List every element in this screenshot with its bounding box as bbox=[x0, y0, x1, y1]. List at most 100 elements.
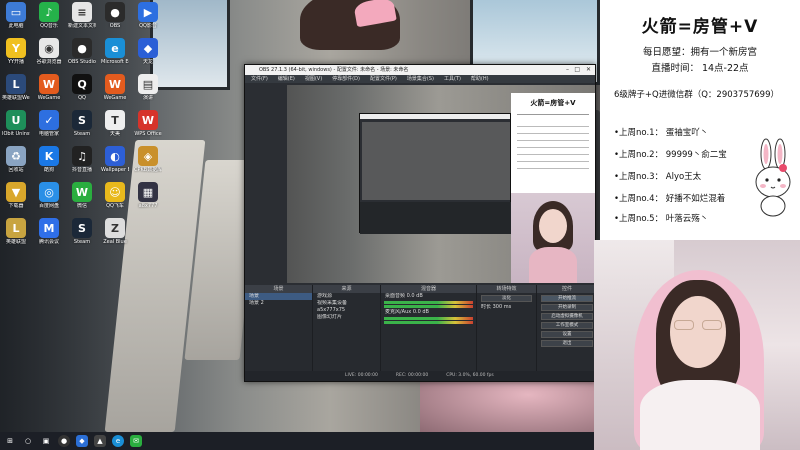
wallpaper-window-left bbox=[150, 0, 230, 90]
desktop-icon-label: 百度网盘 bbox=[38, 203, 59, 209]
obs-menu-item[interactable]: 编辑(E) bbox=[278, 75, 295, 83]
baidu-pan-icon: ◎ bbox=[39, 182, 59, 202]
maximize-icon[interactable]: □ bbox=[574, 65, 580, 75]
search-icon[interactable]: ○ bbox=[22, 435, 34, 447]
wechat-icon: W bbox=[72, 182, 92, 202]
cam-shirt bbox=[640, 380, 760, 450]
obs-menu-item[interactable]: 文件(F) bbox=[251, 75, 268, 83]
obs-menu-item[interactable]: 场景集合(S) bbox=[407, 75, 434, 83]
desktop-icon-douyin[interactable]: ♫ 抖音直播 bbox=[68, 146, 96, 173]
status-cpu: CPU: 3.0%, 60.00 fps bbox=[446, 373, 494, 378]
app-taskbar-icon[interactable]: ◆ bbox=[76, 435, 88, 447]
control-button[interactable]: 工作室模式 bbox=[541, 322, 593, 329]
desktop-icon-label: Steam bbox=[73, 239, 91, 245]
desktop-icon-tianlong[interactable]: ◆ 天龙 bbox=[134, 38, 162, 65]
transition-select[interactable]: 淡化 bbox=[481, 295, 532, 302]
scene-item[interactable]: 场景 bbox=[245, 293, 312, 300]
desktop-icon-zeal[interactable]: Z Zeal Blue bbox=[101, 218, 129, 245]
cam-glasses-right bbox=[702, 320, 722, 330]
desktop-icon-text-doc[interactable]: ≡ 新建文本文档 bbox=[68, 2, 96, 29]
board-rank-4: •上周no.4： 好播不如烂混着 bbox=[614, 194, 726, 204]
desktop-icon-chrome[interactable]: ◉ 谷歌浏览器 bbox=[35, 38, 63, 65]
desktop-icon-tianmei[interactable]: T 天美 bbox=[101, 110, 129, 137]
desktop-icon-wegame-2[interactable]: W WeGame bbox=[101, 74, 129, 101]
obs-menu-item[interactable]: 视图(V) bbox=[305, 75, 322, 83]
obs-preview[interactable]: 火箭=房管+V bbox=[247, 85, 595, 283]
desktop-icon-obs-2[interactable]: ● OBS bbox=[101, 2, 129, 29]
desktop-icon-label: 微信 bbox=[76, 203, 87, 209]
desktop-icon-cpkb[interactable]: ◈ CPKB数据库 bbox=[134, 146, 162, 173]
recycle-bin-icon: ♻ bbox=[6, 146, 26, 166]
scene-item[interactable]: 场景 2 bbox=[245, 300, 312, 307]
chrome-icon: ◉ bbox=[39, 38, 59, 58]
desktop-icon-baidu-pan[interactable]: ◎ 百度网盘 bbox=[35, 182, 63, 209]
control-button[interactable]: 开始录制 bbox=[541, 304, 593, 311]
desktop-icon-label: CPKB数据库 bbox=[134, 167, 162, 173]
obs-menu-item[interactable]: 帮助(H) bbox=[471, 75, 489, 83]
qq-player-icon: ▶ bbox=[138, 2, 158, 22]
desktop-icon-wegame[interactable]: W WeGame bbox=[35, 74, 63, 101]
wps-icon: W bbox=[138, 110, 158, 130]
desktop-icon-label: Microsoft Edge bbox=[101, 59, 129, 65]
desktop-icon-label: 天美 bbox=[109, 131, 120, 137]
obs-menu-item[interactable]: 停靠部件(D) bbox=[332, 75, 360, 83]
douyin-icon: ♫ bbox=[72, 146, 92, 166]
source-item[interactable]: 游戏源 bbox=[313, 293, 380, 300]
desktop-icon-speech[interactable]: ▤ 演讲 bbox=[134, 74, 162, 101]
mixer-meter bbox=[384, 317, 473, 320]
desktop-icon-iobit[interactable]: UIObit Uninstaller bbox=[2, 110, 30, 137]
tencent-meeting-icon: M bbox=[39, 218, 59, 238]
task-view-icon[interactable]: ▣ bbox=[40, 435, 52, 447]
desktop-icon-label: QQ飞车 bbox=[106, 203, 124, 209]
source-item[interactable]: 图像幻灯片 bbox=[313, 314, 380, 321]
desktop-icon-label: 此电脑 bbox=[8, 23, 24, 29]
desktop-icon-label: 谷歌浏览器 bbox=[36, 59, 62, 65]
obs-menu-item[interactable]: 工具(T) bbox=[444, 75, 461, 83]
desktop-icon-app-2[interactable]: ▼ 下载器 bbox=[2, 182, 30, 209]
transition-duration[interactable]: 时长 300 ms bbox=[477, 304, 536, 311]
desktop-icon-this-pc[interactable]: ▭ 此电脑 bbox=[2, 2, 30, 29]
obs-menu-item[interactable]: 配置文件(P) bbox=[370, 75, 397, 83]
minimize-icon[interactable]: – bbox=[566, 65, 569, 75]
app2-taskbar-icon[interactable]: ▲ bbox=[94, 435, 106, 447]
desktop-icon-obs[interactable]: ● OBS Studio bbox=[68, 38, 96, 65]
desktop-icon-lol-wegame[interactable]: L英雄联盟WeGame版 bbox=[2, 74, 30, 101]
control-button[interactable]: 启动虚拟摄像机 bbox=[541, 313, 593, 320]
desktop-icon-wallpaper[interactable]: ◐Wallpaper Engine bbox=[101, 146, 129, 173]
desktop-icon-label: 演讲 bbox=[142, 95, 153, 101]
desktop-icon-recycle-bin[interactable]: ♻ 回收站 bbox=[2, 146, 30, 173]
obs-title-bar[interactable]: OBS 27.1.3 (64-bit, windows) - 配置文件: 未命名… bbox=[245, 65, 595, 75]
desktop-icon-lol[interactable]: L 英雄联盟 bbox=[2, 218, 30, 245]
desktop-icon-label: 英雄联盟 bbox=[5, 239, 26, 245]
desktop-icon-kugou[interactable]: K 酷狗 bbox=[35, 146, 63, 173]
desktop-icon-qq-speed[interactable]: ☺ QQ飞车 bbox=[101, 182, 129, 209]
control-button[interactable]: 开始推流 bbox=[541, 295, 593, 302]
start-icon[interactable]: ⊞ bbox=[4, 435, 16, 447]
desktop-icon-pc-manager[interactable]: ✓ 电脑管家 bbox=[35, 110, 63, 137]
desktop-icon-qq[interactable]: Q QQ bbox=[68, 74, 96, 101]
cpkb-icon: ◈ bbox=[138, 146, 158, 166]
a8-icon: ▦ bbox=[138, 182, 158, 202]
desktop-icon-wechat[interactable]: W 微信 bbox=[68, 182, 96, 209]
wechat-taskbar-icon[interactable]: ✉ bbox=[130, 435, 142, 447]
control-button[interactable]: 设置 bbox=[541, 331, 593, 338]
edge-taskbar-icon[interactable]: e bbox=[112, 435, 124, 447]
desktop-icon-edge[interactable]: eMicrosoft Edge bbox=[101, 38, 129, 65]
desktop-icon-wps[interactable]: W WPS Office bbox=[134, 110, 162, 137]
control-button[interactable]: 退出 bbox=[541, 340, 593, 347]
this-pc-icon: ▭ bbox=[6, 2, 26, 22]
desktop-icon-qq-player[interactable]: ▶ QQ影音 bbox=[134, 2, 162, 29]
board-rank-2: •上周no.2： 99999丶俞二宝 bbox=[614, 150, 727, 160]
desktop-icon-a8[interactable]: ▦ a8x777 bbox=[134, 182, 162, 209]
obs-taskbar-icon[interactable]: ● bbox=[58, 435, 70, 447]
source-item[interactable]: 视频采集设备 bbox=[313, 300, 380, 307]
desktop-icon-tencent-meeting[interactable]: M 腾讯会议 bbox=[35, 218, 63, 245]
desktop-icon-steam-2[interactable]: S Steam bbox=[68, 218, 96, 245]
source-item[interactable]: a5x777x75 bbox=[313, 307, 380, 314]
close-icon[interactable]: ✕ bbox=[586, 65, 591, 75]
text-doc-icon: ≡ bbox=[72, 2, 92, 22]
desktop-icon-qq-music[interactable]: ♪ QQ音乐 bbox=[35, 2, 63, 29]
desktop-icon-yy[interactable]: Y YY开播 bbox=[2, 38, 30, 65]
obs-window[interactable]: OBS 27.1.3 (64-bit, windows) - 配置文件: 未命名… bbox=[244, 64, 597, 382]
desktop-icon-steam[interactable]: S Steam bbox=[68, 110, 96, 137]
